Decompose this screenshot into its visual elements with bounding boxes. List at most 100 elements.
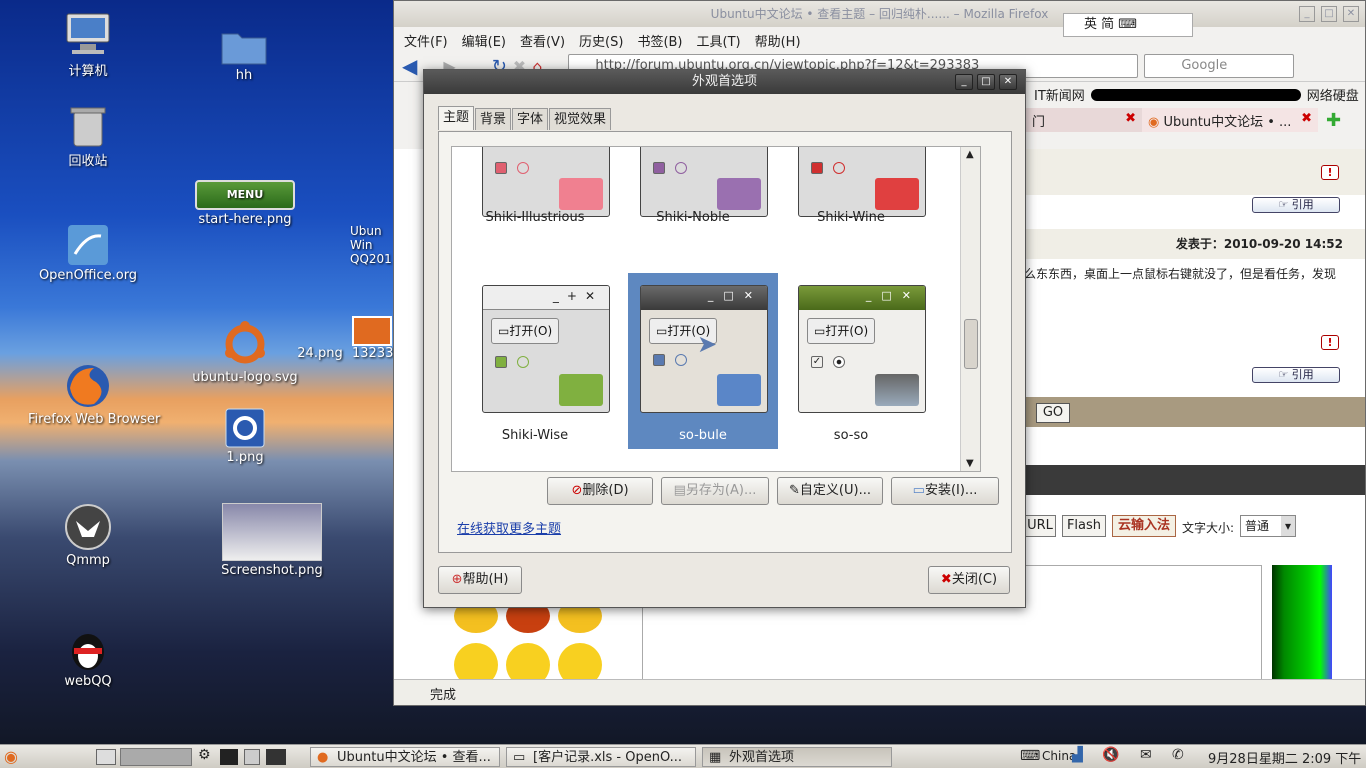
theme-item[interactable]: _□✕ ▭打开(O) ✓ so-so bbox=[776, 273, 926, 449]
url-tag-button[interactable]: URL bbox=[1024, 515, 1056, 537]
desktop-icon-computer[interactable]: 计算机 bbox=[28, 10, 148, 79]
menu-help[interactable]: 帮助(H) bbox=[755, 31, 801, 50]
maximize-button[interactable]: □ bbox=[977, 74, 995, 90]
menu-view[interactable]: 查看(V) bbox=[520, 31, 565, 50]
workspace-switcher[interactable] bbox=[120, 748, 192, 766]
minimize-button[interactable]: _ bbox=[1299, 6, 1315, 22]
flash-tag-button[interactable]: Flash bbox=[1062, 515, 1106, 537]
font-size-select[interactable]: 普通 ▾ bbox=[1240, 515, 1296, 537]
report-icon[interactable]: ! bbox=[1321, 335, 1339, 350]
bookmark-net-disk[interactable]: 网络硬盘 bbox=[1307, 85, 1359, 104]
desktop-icon-start-here[interactable]: MENU start-here.png bbox=[185, 180, 305, 227]
customize-button[interactable]: ✎自定义(U)... bbox=[777, 477, 883, 505]
ubuntu-menu-icon[interactable]: ◉ bbox=[4, 747, 18, 766]
back-icon[interactable]: ◀ bbox=[402, 54, 417, 78]
folder-icon bbox=[559, 374, 603, 406]
desktop-label: ubuntu-logo.svg bbox=[192, 370, 298, 385]
quote-button[interactable]: ☞ 引用 bbox=[1252, 367, 1340, 383]
desktop-icon-qmmp[interactable]: Qmmp bbox=[28, 503, 148, 568]
bookmark-it-news[interactable]: IT新闻网 bbox=[1034, 85, 1085, 104]
theme-item[interactable]: Shiki-Illustrious bbox=[460, 147, 610, 283]
desktop-icon-1png[interactable]: 1.png bbox=[185, 408, 305, 465]
tab-background[interactable]: 背景 bbox=[475, 108, 512, 130]
scroll-thumb[interactable] bbox=[964, 319, 978, 369]
desktop-icon-firefox[interactable]: Firefox Web Browser bbox=[28, 362, 160, 427]
menu-tools[interactable]: 工具(T) bbox=[697, 31, 741, 50]
cloud-ime-button[interactable]: 云输入法 bbox=[1112, 515, 1176, 537]
scroll-down-icon[interactable]: ▼ bbox=[966, 458, 974, 469]
quote-button[interactable]: ☞ 引用 bbox=[1252, 197, 1340, 213]
clock[interactable]: 9月28日星期二 2:09 下午 bbox=[1208, 748, 1361, 767]
theme-item[interactable]: Shiki-Wine bbox=[776, 147, 926, 283]
menu-history[interactable]: 历史(S) bbox=[579, 31, 623, 50]
task-appearance[interactable]: ▦ 外观首选项 bbox=[702, 747, 892, 767]
save-as-button[interactable]: ▤另存为(A)... bbox=[661, 477, 769, 505]
close-tab-icon[interactable]: ✖ bbox=[1301, 111, 1312, 126]
close-button[interactable]: ✕ bbox=[999, 74, 1017, 90]
folder-icon bbox=[875, 374, 919, 406]
menu-edit[interactable]: 编辑(E) bbox=[462, 31, 506, 50]
close-button[interactable]: ✕ bbox=[1343, 6, 1359, 22]
folder-icon bbox=[875, 178, 919, 210]
radio-sample bbox=[833, 356, 845, 368]
theme-preview: _+✕ ▭打开(O) bbox=[482, 285, 610, 413]
menu-bookmarks[interactable]: 书签(B) bbox=[637, 31, 682, 50]
terminal-icon[interactable] bbox=[220, 749, 238, 765]
minimize-button[interactable]: _ bbox=[955, 74, 973, 90]
go-button[interactable]: GO bbox=[1036, 403, 1070, 423]
window-bar-sample: _□✕ bbox=[641, 286, 767, 310]
ubuntu-logo-icon bbox=[225, 321, 265, 364]
theme-item-selected[interactable]: _□✕ ▭打开(O) ➤ so-bule bbox=[628, 273, 778, 449]
status-text: 完成 bbox=[430, 688, 457, 703]
smiley-icons[interactable] bbox=[454, 599, 604, 679]
theme-list-scrollbar[interactable]: ▲ ▼ bbox=[960, 147, 980, 471]
task-openoffice[interactable]: ▭ [客户记录.xls - OpenO... bbox=[506, 747, 696, 767]
desktop-icon-ubuntu-logo[interactable]: ubuntu-logo.svg bbox=[185, 320, 305, 385]
desktop-icon-24png[interactable]: 24.png bbox=[290, 346, 350, 361]
volume-icon[interactable]: 🔇 bbox=[1102, 747, 1119, 763]
tab-1[interactable]: 门 ✖ bbox=[1026, 108, 1142, 132]
theme-list[interactable]: Shiki-Illustrious Shiki-Noble Shiki-Wine… bbox=[451, 146, 981, 472]
network-icon[interactable]: ▟ bbox=[1072, 747, 1083, 763]
tab-fonts[interactable]: 字体 bbox=[512, 108, 549, 130]
theme-name: Shiki-Wise bbox=[501, 428, 569, 443]
show-desktop-icon[interactable] bbox=[96, 749, 116, 765]
tab-theme[interactable]: 主题 bbox=[438, 106, 475, 130]
desktop-icon-openoffice[interactable]: OpenOffice.org bbox=[28, 224, 148, 283]
settings-icon[interactable]: ⚙ bbox=[198, 747, 211, 763]
mail-icon[interactable]: ✉ bbox=[1140, 747, 1152, 763]
desktop-icon-webqq[interactable]: webQQ bbox=[28, 624, 148, 689]
desktop-icon-hh[interactable]: hh bbox=[184, 26, 304, 83]
more-themes-link[interactable]: 在线获取更多主题 bbox=[457, 518, 561, 537]
folder-icon: ▭ bbox=[912, 483, 925, 498]
monitor-icon[interactable] bbox=[266, 749, 286, 765]
ime-toolbar[interactable]: 英 简 ⌨ bbox=[1063, 13, 1193, 37]
messaging-icon[interactable]: ✆ bbox=[1172, 747, 1184, 763]
desktop-icon-partial-2[interactable]: 13233 bbox=[352, 316, 396, 361]
tab-visual-effects[interactable]: 视觉效果 bbox=[549, 108, 612, 130]
keyboard-icon[interactable]: ⌨ bbox=[1020, 748, 1040, 764]
tab-2[interactable]: ◉ Ubuntu中文论坛 • ... ✖ bbox=[1142, 108, 1318, 132]
color-palette[interactable] bbox=[1272, 565, 1332, 679]
close-tab-icon[interactable]: ✖ bbox=[1125, 111, 1136, 126]
smiley-icon[interactable] bbox=[454, 643, 498, 679]
new-tab-icon[interactable]: ✚ bbox=[1326, 110, 1341, 131]
theme-item[interactable]: _+✕ ▭打开(O) Shiki-Wise bbox=[460, 273, 610, 449]
maximize-button[interactable]: □ bbox=[1321, 6, 1337, 22]
smiley-icon[interactable] bbox=[506, 643, 550, 679]
open-button-sample: ▭打开(O) bbox=[807, 318, 876, 344]
help-button[interactable]: ⊕帮助(H) bbox=[438, 566, 522, 594]
close-dialog-button[interactable]: ✖关闭(C) bbox=[928, 566, 1010, 594]
desktop-icon-trash[interactable]: 回收站 bbox=[28, 104, 148, 169]
desktop-icon-screenshot[interactable]: Screenshot.png bbox=[210, 503, 334, 578]
scroll-up-icon[interactable]: ▲ bbox=[966, 149, 974, 160]
report-icon[interactable]: ! bbox=[1321, 165, 1339, 180]
install-button[interactable]: ▭安装(I)... bbox=[891, 477, 999, 505]
menu-file[interactable]: 文件(F) bbox=[404, 31, 448, 50]
search-input[interactable]: Google bbox=[1144, 54, 1295, 78]
smiley-icon[interactable] bbox=[558, 643, 602, 679]
calculator-icon[interactable] bbox=[244, 749, 260, 765]
theme-item[interactable]: Shiki-Noble bbox=[618, 147, 768, 283]
delete-button[interactable]: ⊘删除(D) bbox=[547, 477, 653, 505]
task-firefox[interactable]: ● Ubuntu中文论坛 • 查看... bbox=[310, 747, 500, 767]
